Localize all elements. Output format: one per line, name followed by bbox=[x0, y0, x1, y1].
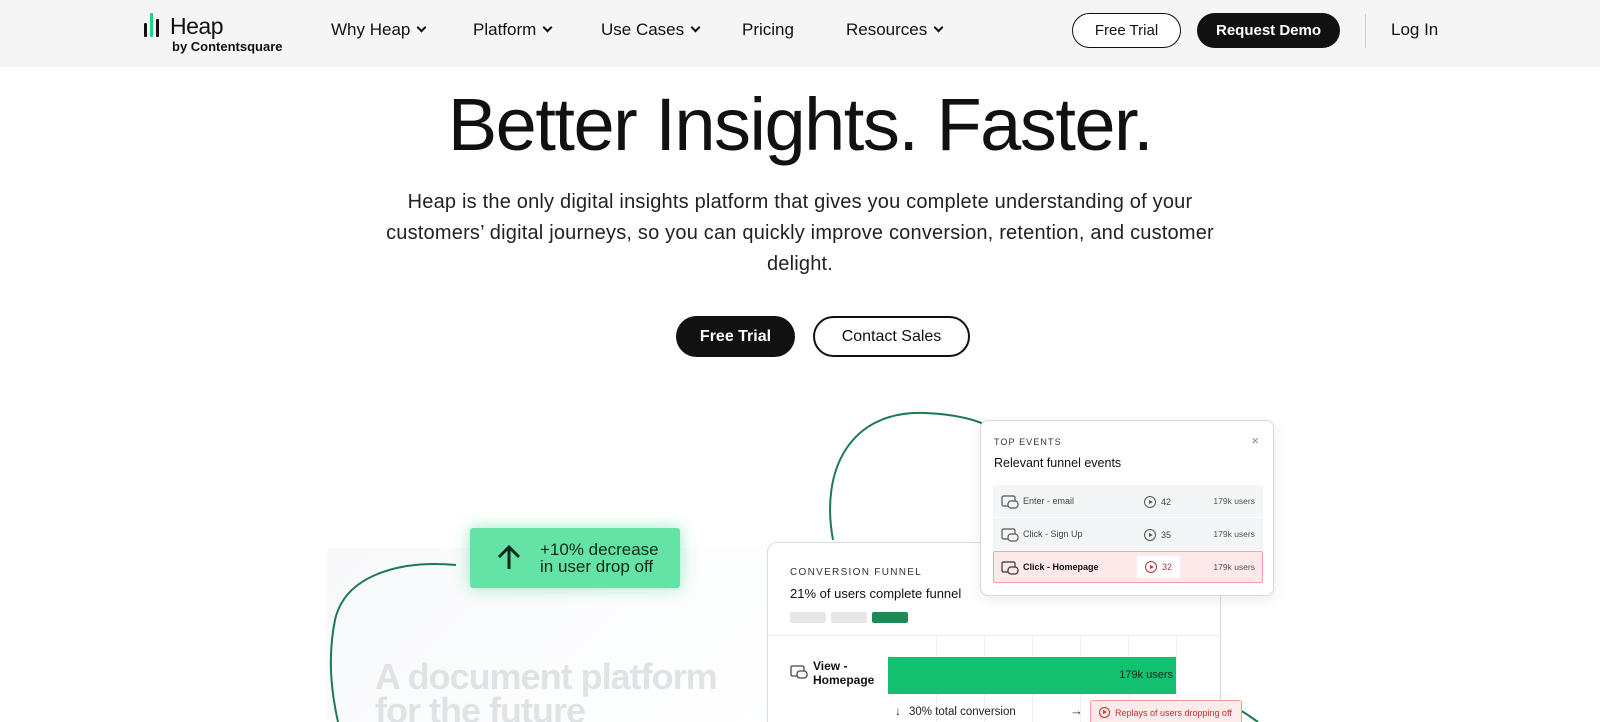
play-icon bbox=[1144, 496, 1156, 508]
pageview-icon bbox=[1001, 561, 1019, 575]
play-icon bbox=[1145, 561, 1157, 573]
funnel-step-pill bbox=[831, 612, 867, 623]
funnel-bar-value: 179k users bbox=[1119, 669, 1173, 681]
pageview-icon bbox=[1001, 528, 1019, 542]
event-row[interactable]: Click - Sign Up 35 179k users bbox=[993, 518, 1263, 550]
event-replay-count: 42 bbox=[1144, 495, 1171, 509]
event-count-value: 42 bbox=[1161, 497, 1172, 507]
stat-line: in user drop off bbox=[540, 557, 654, 576]
funnel-title: 21% of users complete funnel bbox=[790, 586, 962, 601]
event-row-highlighted[interactable]: Click - Homepage 32 179k users bbox=[993, 551, 1263, 583]
stat-callout: +10% decrease in user drop off bbox=[470, 528, 680, 588]
event-replay-count: 32 bbox=[1137, 556, 1181, 578]
event-replay-count: 35 bbox=[1144, 528, 1171, 542]
top-curve bbox=[829, 411, 996, 541]
right-curve bbox=[1239, 709, 1259, 722]
close-icon[interactable]: × bbox=[1251, 433, 1259, 448]
event-users: 179k users bbox=[1213, 562, 1255, 572]
arrow-down-icon: ↓ bbox=[895, 704, 901, 718]
event-name: Enter - email bbox=[1023, 496, 1075, 506]
arrow-right-icon: → bbox=[1070, 703, 1083, 718]
funnel-step-label-line: Homepage bbox=[813, 673, 875, 687]
event-count-value: 35 bbox=[1161, 530, 1172, 540]
event-users: 179k users bbox=[1213, 529, 1255, 539]
replay-icon bbox=[1099, 707, 1110, 718]
events-title: Relevant funnel events bbox=[994, 456, 1122, 470]
arrow-up-icon bbox=[497, 544, 521, 569]
funnel-step-label: View - Homepage bbox=[813, 659, 874, 687]
top-events-card: TOP EVENTS × Relevant funnel events Ente… bbox=[980, 420, 1274, 596]
stat-line: +10% decrease bbox=[540, 540, 659, 559]
pageview-icon bbox=[790, 665, 808, 679]
funnel-conversion: ↓ 30% total conversion bbox=[895, 704, 1016, 718]
funnel-step-label-line: View - bbox=[813, 659, 848, 673]
event-name: Click - Homepage bbox=[1023, 562, 1099, 572]
event-count-value: 32 bbox=[1162, 562, 1173, 572]
funnel-label: CONVERSION FUNNEL bbox=[790, 567, 923, 578]
funnel-step-pill-active bbox=[872, 612, 908, 623]
funnel-divider bbox=[768, 635, 1222, 636]
pageview-icon bbox=[1001, 495, 1019, 509]
replays-badge-label: Replays of users dropping off bbox=[1115, 707, 1232, 718]
event-users: 179k users bbox=[1213, 496, 1255, 506]
event-name: Click - Sign Up bbox=[1023, 529, 1083, 539]
event-row[interactable]: Enter - email 42 179k users bbox=[993, 485, 1263, 517]
left-curve bbox=[329, 563, 457, 722]
play-icon bbox=[1144, 529, 1156, 541]
replays-badge[interactable]: Replays of users dropping off bbox=[1090, 700, 1242, 722]
events-label: TOP EVENTS bbox=[994, 437, 1062, 447]
funnel-conversion-text: 30% total conversion bbox=[909, 706, 1016, 718]
funnel-bar[interactable]: 179k users bbox=[888, 657, 1176, 694]
funnel-step-pill bbox=[790, 612, 826, 623]
stat-text: +10% decrease in user drop off bbox=[540, 541, 659, 575]
